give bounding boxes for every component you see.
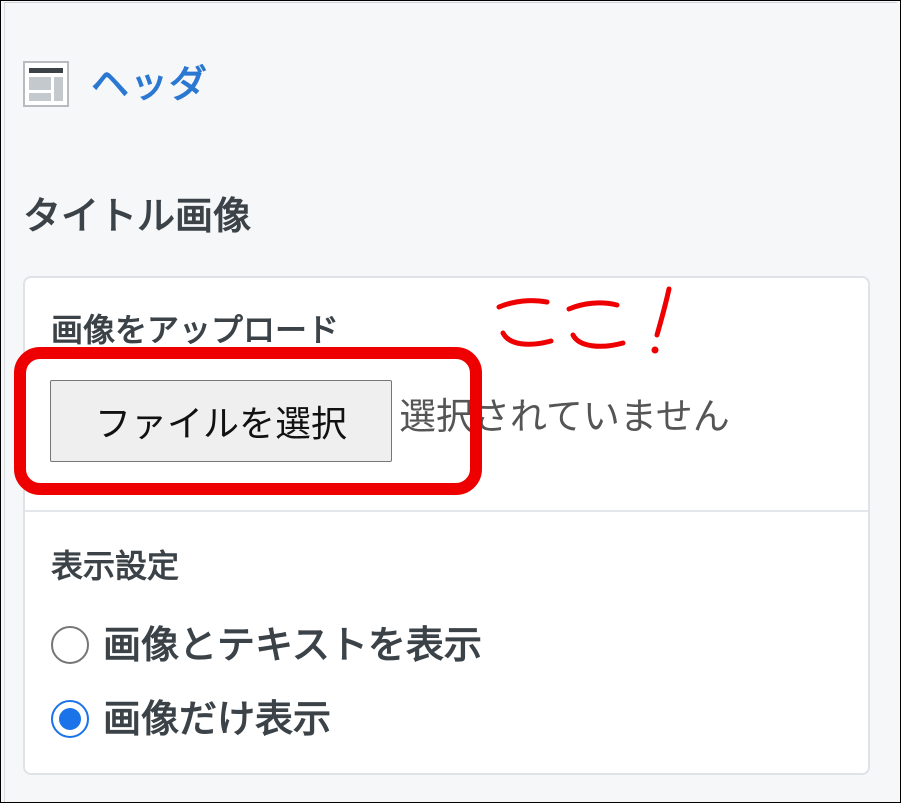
file-status-text: 選択されていません	[399, 395, 730, 438]
panel-divider	[25, 510, 868, 512]
radio-button-image-and-text[interactable]	[51, 626, 89, 664]
radio-label-image-and-text: 画像とテキストを表示	[103, 623, 482, 667]
left-border	[4, 2, 5, 802]
display-settings-label: 表示設定	[51, 547, 180, 585]
settings-window: ヘッダ タイトル画像 画像をアップロード ファイルを選択 選択されていません 表…	[0, 0, 901, 803]
settings-panel: 画像をアップロード ファイルを選択 選択されていません 表示設定 画像とテキスト…	[23, 276, 870, 775]
choose-file-button[interactable]: ファイルを選択	[50, 380, 392, 462]
top-border	[4, 2, 897, 3]
section-title: タイトル画像	[23, 194, 252, 238]
layout-header-icon	[23, 61, 69, 107]
radio-button-image-only[interactable]	[51, 700, 89, 738]
header-link[interactable]: ヘッダ	[91, 65, 208, 103]
upload-label: 画像をアップロード	[51, 311, 340, 349]
radio-option-image-only[interactable]: 画像だけ表示	[51, 700, 331, 738]
radio-label-image-only: 画像だけ表示	[103, 697, 332, 741]
radio-option-image-and-text[interactable]: 画像とテキストを表示	[51, 626, 482, 664]
handwritten-annotation	[496, 286, 672, 354]
header-nav: ヘッダ	[23, 61, 208, 107]
